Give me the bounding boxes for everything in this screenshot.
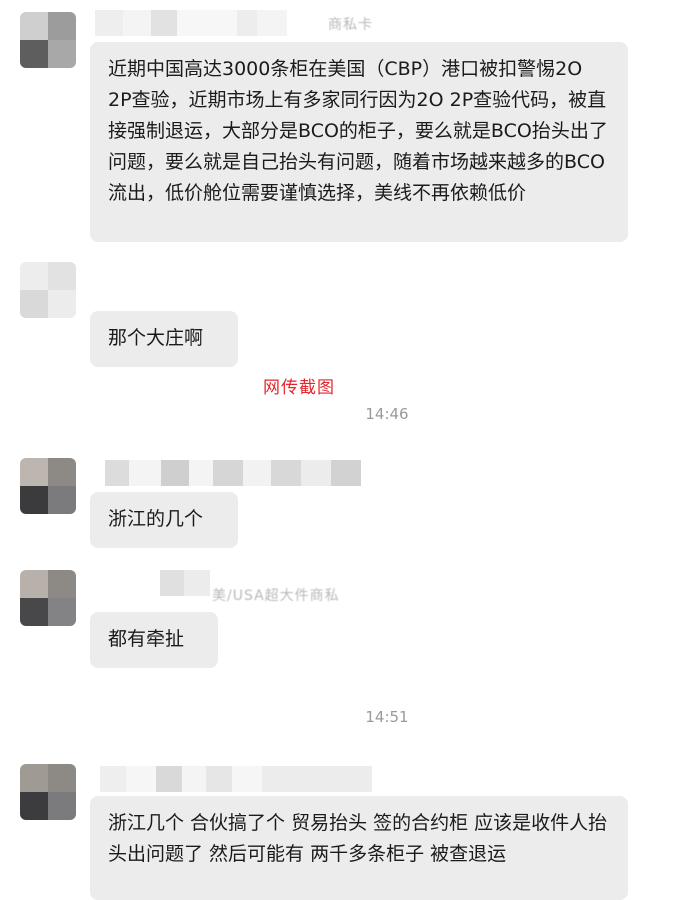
message-bubble[interactable]: 都有牵扯	[90, 612, 218, 668]
avatar[interactable]	[20, 12, 76, 68]
message-bubble[interactable]: 浙江几个 合伙搞了个 贸易抬头 签的合约柜 应该是收件人抬头出问题了 然后可能有…	[90, 796, 628, 900]
sender-name-fragment: 商私卡	[328, 17, 373, 33]
message-text: 浙江几个 合伙搞了个 贸易抬头 签的合约柜 应该是收件人抬头出问题了 然后可能有…	[108, 812, 608, 865]
sender-name-blur	[100, 766, 372, 792]
timestamp: 14:46	[365, 405, 409, 423]
avatar[interactable]	[20, 458, 76, 514]
message-text: 近期中国高达3000条柜在美国（CBP）港口被扣警惕2O 2P查验，近期市场上有…	[108, 58, 608, 204]
avatar[interactable]	[20, 262, 76, 318]
sender-name-fragment: 美/USA超大件商私	[212, 588, 340, 604]
avatar[interactable]	[20, 764, 76, 820]
message-text: 都有牵扯	[108, 628, 185, 650]
sender-name-blur	[105, 460, 361, 486]
sender-name-blur	[95, 10, 287, 36]
message-bubble[interactable]: 那个大庄啊	[90, 311, 238, 367]
chat-area: 商私卡 近期中国高达3000条柜在美国（CBP）港口被扣警惕2O 2P查验，近期…	[0, 0, 690, 900]
watermark-label: 网传截图	[263, 378, 335, 398]
timestamp: 14:51	[365, 708, 409, 726]
message-bubble[interactable]: 近期中国高达3000条柜在美国（CBP）港口被扣警惕2O 2P查验，近期市场上有…	[90, 42, 628, 242]
message-text: 那个大庄啊	[108, 327, 204, 349]
message-bubble[interactable]: 浙江的几个	[90, 492, 238, 548]
message-text: 浙江的几个	[108, 508, 204, 530]
sender-name-blur	[160, 570, 210, 596]
avatar[interactable]	[20, 570, 76, 626]
